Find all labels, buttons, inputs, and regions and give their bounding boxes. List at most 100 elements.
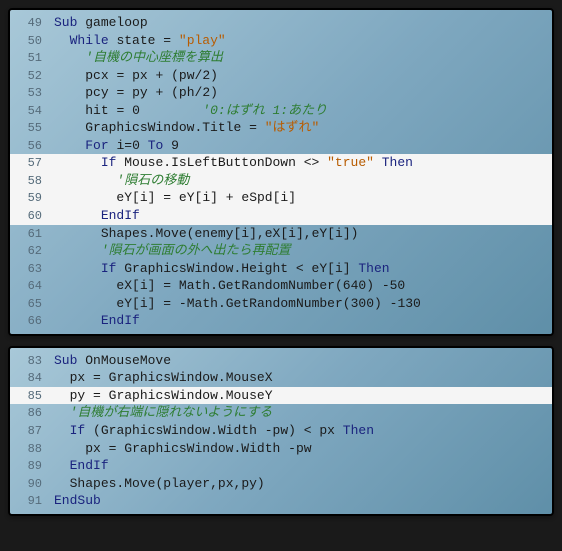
code-content[interactable]: If GraphicsWindow.Height < eY[i] Then [54, 260, 552, 278]
token-ident: px [218, 476, 234, 491]
code-line[interactable]: 91EndSub [10, 492, 552, 510]
code-line[interactable]: 50 While state = "play" [10, 32, 552, 50]
code-content[interactable]: py = GraphicsWindow.MouseY [54, 387, 552, 405]
token-op: ) [351, 226, 359, 241]
code-content[interactable]: EndIf [54, 457, 552, 475]
token-op: . [218, 388, 226, 403]
code-line[interactable]: 63 If GraphicsWindow.Height < eY[i] Then [10, 260, 552, 278]
line-number: 52 [10, 68, 54, 84]
token-op: = [93, 370, 101, 385]
code-content[interactable]: EndIf [54, 312, 552, 330]
code-line[interactable]: 55 GraphicsWindow.Title = "はずれ" [10, 119, 552, 137]
token-op: ] [249, 226, 257, 241]
line-number: 88 [10, 441, 54, 457]
code-line[interactable]: 64 eX[i] = Math.GetRandomNumber(640) -50 [10, 277, 552, 295]
code-content[interactable]: Shapes.Move(player,px,py) [54, 475, 552, 493]
line-number: 91 [10, 493, 54, 509]
code-content[interactable]: hit = 0 '0:はずれ 1:あたり [54, 102, 552, 120]
token-op: - [288, 441, 296, 456]
line-number: 83 [10, 353, 54, 369]
code-content[interactable]: '自機が右端に隠れないようにする [54, 404, 552, 422]
token-op: ] [343, 261, 351, 276]
token-ident: eY [179, 190, 195, 205]
token-cmt: '自機が右端に隠れないようにする [70, 405, 273, 420]
code-line[interactable]: 90 Shapes.Move(player,px,py) [10, 475, 552, 493]
code-content[interactable]: Sub gameloop [54, 14, 552, 32]
code-content[interactable]: eY[i] = eY[i] + eSpd[i] [54, 189, 552, 207]
code-line[interactable]: 87 If (GraphicsWindow.Width -pw) < px Th… [10, 422, 552, 440]
code-line[interactable]: 56 For i=0 To 9 [10, 137, 552, 155]
token-num: 130 [397, 296, 420, 311]
token-kw: EndSub [54, 493, 101, 508]
token-obj: GraphicsWindow [124, 261, 233, 276]
token-ident: Move [155, 226, 186, 241]
code-line[interactable]: 53 pcy = py + (ph/2) [10, 84, 552, 102]
token-ident: enemy [194, 226, 233, 241]
token-op: [ [327, 226, 335, 241]
code-content[interactable]: eY[i] = -Math.GetRandomNumber(300) -130 [54, 295, 552, 313]
code-content[interactable]: If Mouse.IsLeftButtonDown <> "true" Then [54, 154, 552, 172]
code-content[interactable]: Sub OnMouseMove [54, 352, 552, 370]
token-ident: px [132, 68, 148, 83]
token-str: "true" [327, 155, 374, 170]
token-kw: Then [382, 155, 413, 170]
code-line[interactable]: 49Sub gameloop [10, 14, 552, 32]
code-line[interactable]: 84 px = GraphicsWindow.MouseX [10, 369, 552, 387]
code-line[interactable]: 88 px = GraphicsWindow.Width -pw [10, 440, 552, 458]
code-line[interactable]: 61 Shapes.Move(enemy[i],eX[i],eY[i]) [10, 225, 552, 243]
code-line[interactable]: 57 If Mouse.IsLeftButtonDown <> "true" T… [10, 154, 552, 172]
code-content[interactable]: px = GraphicsWindow.MouseX [54, 369, 552, 387]
line-number: 51 [10, 50, 54, 66]
code-content[interactable]: Shapes.Move(enemy[i],eX[i],eY[i]) [54, 225, 552, 243]
code-content[interactable]: EndSub [54, 492, 552, 510]
token-op: = [163, 296, 171, 311]
token-op: , [210, 476, 218, 491]
token-op: ) [366, 278, 374, 293]
code-line[interactable]: 86 '自機が右端に隠れないようにする [10, 404, 552, 422]
code-content[interactable]: pcx = px + (pw/2) [54, 67, 552, 85]
token-ident: MouseY [226, 388, 273, 403]
code-content[interactable]: For i=0 To 9 [54, 137, 552, 155]
code-content[interactable]: While state = "play" [54, 32, 552, 50]
code-content[interactable]: '自機の中心座標を算出 [54, 49, 552, 67]
token-obj: Shapes [70, 476, 117, 491]
token-ident: px [70, 370, 86, 385]
code-content[interactable]: px = GraphicsWindow.Width -pw [54, 440, 552, 458]
code-content[interactable]: EndIf [54, 207, 552, 225]
token-ident: i [241, 226, 249, 241]
code-content[interactable]: '隕石の移動 [54, 172, 552, 190]
code-content[interactable]: eX[i] = Math.GetRandomNumber(640) -50 [54, 277, 552, 295]
token-ident: GetRandomNumber [218, 278, 335, 293]
code-line[interactable]: 85 py = GraphicsWindow.MouseY [10, 387, 552, 405]
code-content[interactable]: pcy = py + (ph/2) [54, 84, 552, 102]
token-ident: pcx [85, 68, 108, 83]
code-line[interactable]: 54 hit = 0 '0:はずれ 1:あたり [10, 102, 552, 120]
code-content[interactable]: GraphicsWindow.Title = "はずれ" [54, 119, 552, 137]
token-ident: i [140, 296, 148, 311]
token-op: ) [257, 476, 265, 491]
code-content[interactable]: If (GraphicsWindow.Width -pw) < px Then [54, 422, 552, 440]
code-line[interactable]: 52 pcx = px + (pw/2) [10, 67, 552, 85]
token-ident: Width [241, 441, 280, 456]
code-line[interactable]: 62 '隕石が画面の外へ出たら再配置 [10, 242, 552, 260]
token-num: 2 [202, 85, 210, 100]
code-line[interactable]: 51 '自機の中心座標を算出 [10, 49, 552, 67]
code-line[interactable]: 66 EndIf [10, 312, 552, 330]
token-op: < [304, 423, 312, 438]
token-op: [ [132, 278, 140, 293]
code-line[interactable]: 58 '隕石の移動 [10, 172, 552, 190]
token-num: 50 [390, 278, 406, 293]
code-line[interactable]: 60 EndIf [10, 207, 552, 225]
token-obj: GraphicsWindow [101, 423, 210, 438]
token-op: ] [296, 226, 304, 241]
token-ident: Width [218, 423, 257, 438]
token-op: <> [304, 155, 320, 170]
code-line[interactable]: 65 eY[i] = -Math.GetRandomNumber(300) -1… [10, 295, 552, 313]
token-ident: eY [116, 296, 132, 311]
code-line[interactable]: 83Sub OnMouseMove [10, 352, 552, 370]
code-line[interactable]: 59 eY[i] = eY[i] + eSpd[i] [10, 189, 552, 207]
code-line[interactable]: 89 EndIf [10, 457, 552, 475]
code-content[interactable]: '隕石が画面の外へ出たら再配置 [54, 242, 552, 260]
token-ident: i [140, 190, 148, 205]
token-op: ) [210, 68, 218, 83]
